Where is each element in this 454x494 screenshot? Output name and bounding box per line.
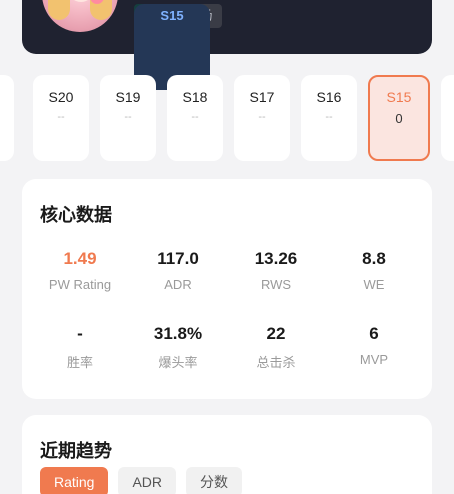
tab-rating[interactable]: Rating [40,467,109,494]
recent-trend-title: 近期趋势 [40,441,112,461]
stat-win-rate: - 胜率 [66,324,93,370]
profile-badges: S15 0分 1场 [134,4,223,90]
tab-score[interactable]: 分数 [186,467,243,494]
stat-we: 8.8 WE [362,249,386,292]
core-data-title: 核心数据 [40,205,112,225]
season-item-s19[interactable]: S19 -- [100,75,156,161]
stat-mvp: 6 MVP [359,324,389,367]
profile-header: S15 0分 1场 [22,0,432,90]
tab-adr[interactable]: ADR [118,467,177,494]
season-item-s16[interactable]: S16 -- [301,75,357,161]
season-selector[interactable]: 1 S20 -- S19 -- S18 -- S17 -- S16 -- S15… [0,75,454,163]
season-item-s17[interactable]: S17 -- [234,75,290,161]
trend-tabs: Rating ADR 分数 [40,467,243,494]
page: S15 0分 1场 1 S20 -- S19 -- S18 -- S17 -- … [0,0,454,494]
stat-adr: 117.0 ADR [157,249,199,292]
season-item-s18[interactable]: S18 -- [167,75,223,161]
season-item-s15[interactable]: S15 0 [368,75,430,161]
stat-total-kills: 22 总击杀 [256,324,296,370]
avatar[interactable] [42,0,118,32]
stat-headshot-rate: 31.8% 爆头率 [153,324,203,370]
stat-rws: 13.26 RWS [254,249,298,292]
core-data-card: 核心数据 1.49 PW Rating 117.0 ADR 13.26 RWS … [22,179,432,399]
season-item-s20[interactable]: S20 -- [33,75,89,161]
recent-trend-card: 近期趋势 Rating ADR 分数 [22,415,432,494]
season-item-next[interactable] [441,75,454,161]
season-item[interactable]: 1 [0,75,14,161]
stat-pw-rating: 1.49 PW Rating [48,249,112,292]
